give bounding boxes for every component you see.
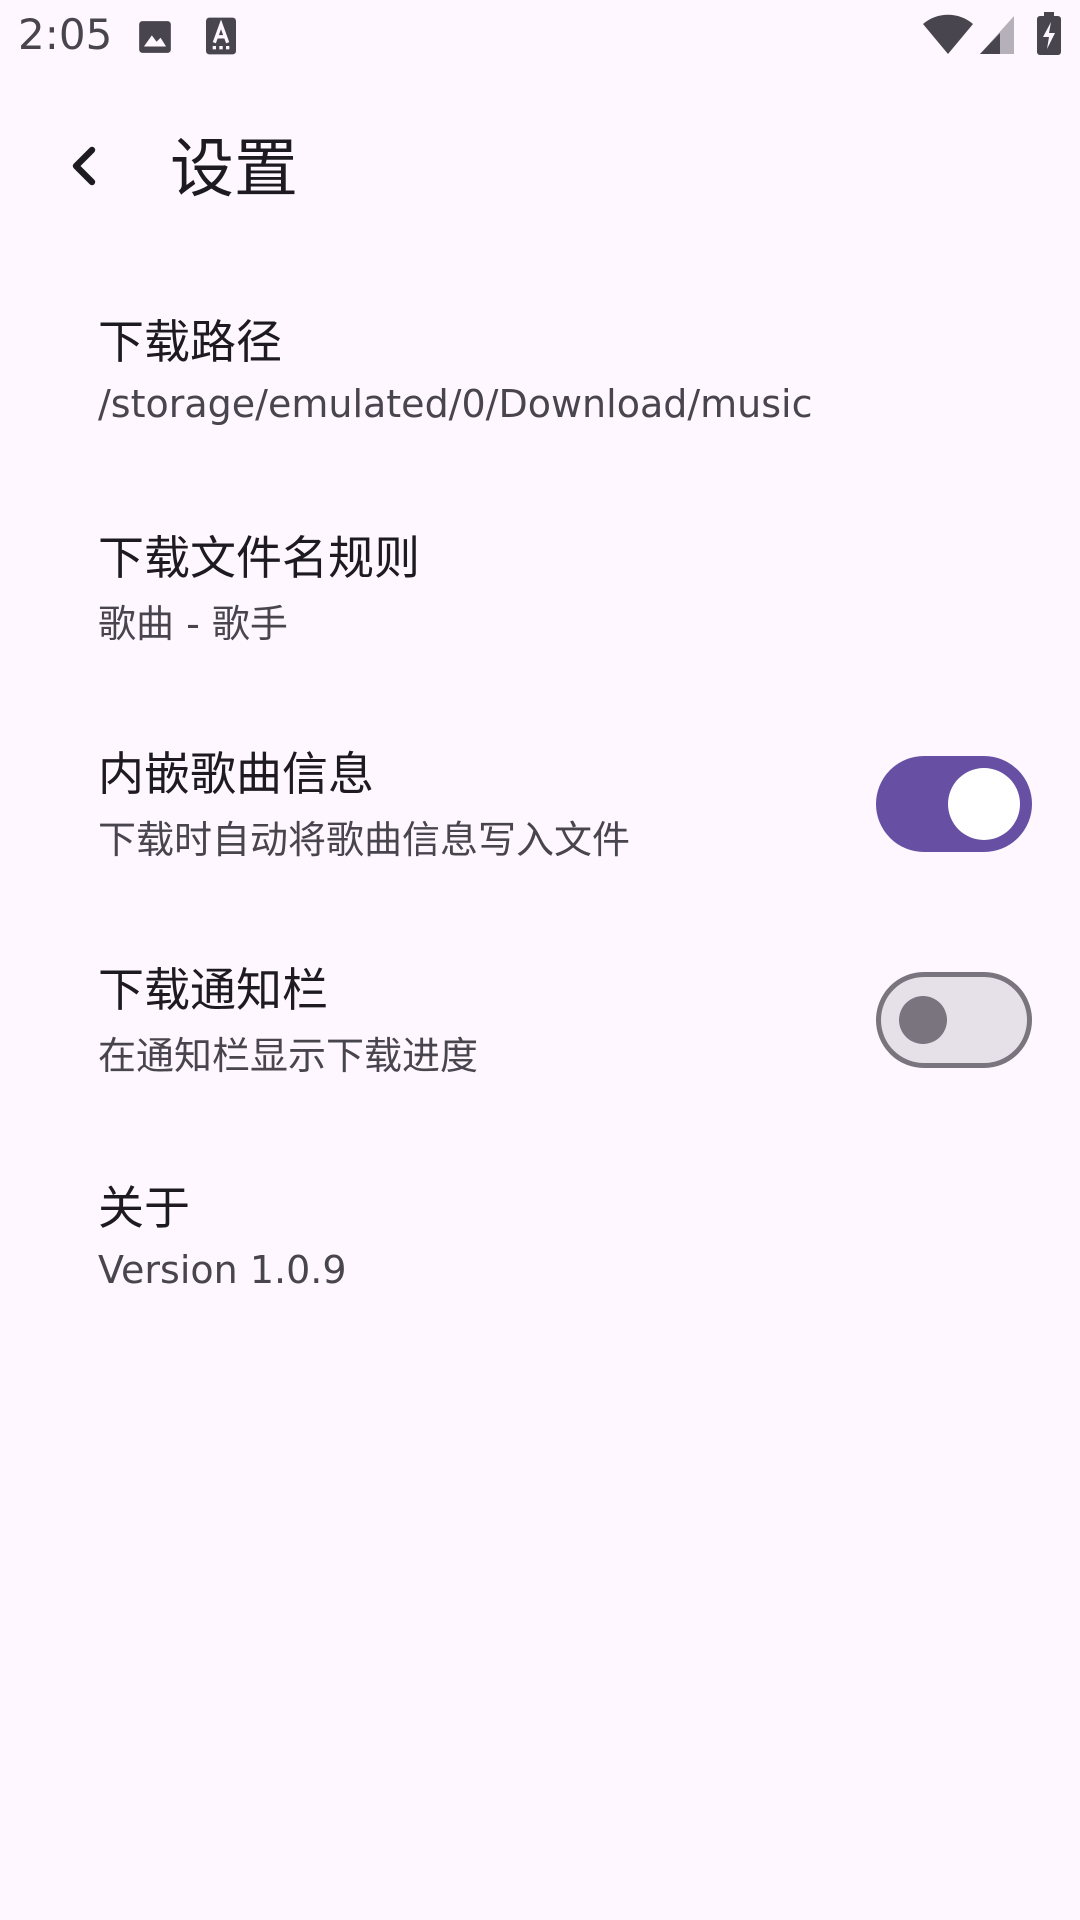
wifi-icon — [923, 14, 973, 54]
switch-thumb — [899, 996, 947, 1044]
setting-download-path[interactable]: 下载路径 /storage/emulated/0/Download/music — [0, 300, 1080, 460]
setting-about[interactable]: 关于 Version 1.0.9 — [0, 1166, 1080, 1326]
status-bar: 2:05 — [0, 0, 1080, 76]
setting-title: 下载文件名规则 — [98, 531, 420, 585]
settings-screen: 2:05 设置 下载路径 /storage/emulated/0/Downloa… — [0, 0, 1080, 1920]
setting-embed-song-info[interactable]: 内嵌歌曲信息 下载时自动将歌曲信息写入文件 — [0, 732, 1080, 892]
embed-song-info-switch[interactable] — [876, 756, 1032, 852]
setting-download-notification[interactable]: 下载通知栏 在通知栏显示下载进度 — [0, 948, 1080, 1108]
setting-subtitle: 在通知栏显示下载进度 — [98, 1034, 479, 1078]
image-icon — [139, 21, 171, 53]
status-time: 2:05 — [18, 10, 113, 59]
battery-charging-icon — [1037, 12, 1061, 55]
switch-thumb — [948, 768, 1020, 840]
a-accessibility-icon — [206, 17, 236, 55]
setting-title: 下载通知栏 — [98, 963, 328, 1017]
setting-subtitle: 歌曲 - 歌手 — [98, 602, 288, 646]
cell-signal-icon — [980, 16, 1014, 54]
setting-subtitle: /storage/emulated/0/Download/music — [98, 382, 813, 426]
chevron-left-icon — [72, 146, 96, 186]
top-app-bar: 设置 — [0, 96, 1080, 246]
setting-title: 下载路径 — [98, 315, 282, 369]
back-button[interactable] — [44, 126, 124, 206]
setting-title: 内嵌歌曲信息 — [98, 747, 374, 801]
setting-subtitle: 下载时自动将歌曲信息写入文件 — [98, 818, 631, 862]
download-notification-switch[interactable] — [876, 972, 1032, 1068]
setting-subtitle: Version 1.0.9 — [98, 1248, 347, 1292]
setting-title: 关于 — [98, 1181, 190, 1235]
page-title: 设置 — [170, 133, 298, 207]
setting-filename-rule[interactable]: 下载文件名规则 歌曲 - 歌手 — [0, 516, 1080, 676]
